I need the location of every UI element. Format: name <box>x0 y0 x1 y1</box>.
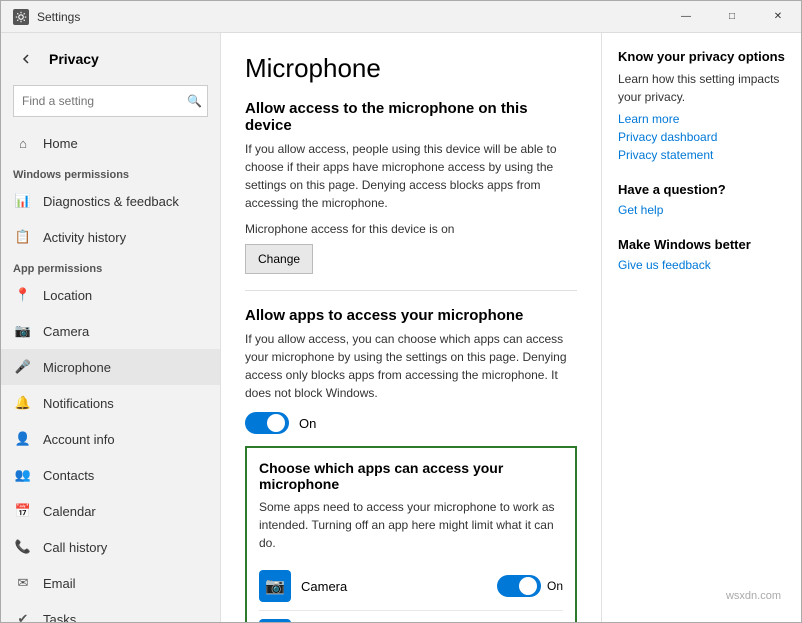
sidebar-item-microphone[interactable]: 🎤 Microphone <box>1 349 220 385</box>
get-help-link[interactable]: Get help <box>618 203 785 217</box>
sidebar-item-home[interactable]: ⌂ Home <box>1 125 220 161</box>
feedback-section: Make Windows better Give us feedback <box>618 237 785 272</box>
microphone-icon: 🎤 <box>13 357 33 377</box>
titlebar: Settings — □ ✕ <box>1 1 801 33</box>
privacy-statement-link[interactable]: Privacy statement <box>618 148 785 162</box>
call-icon: 📞 <box>13 537 33 557</box>
search-input[interactable] <box>13 85 208 117</box>
camera-app-name: Camera <box>301 579 497 594</box>
window-controls: — □ ✕ <box>663 1 801 33</box>
section2-title: Allow apps to access your microphone <box>245 307 577 324</box>
privacy-dashboard-link[interactable]: Privacy dashboard <box>618 130 785 144</box>
tasks-icon: ✔ <box>13 609 33 622</box>
sidebar-item-call-history[interactable]: 📞 Call history <box>1 529 220 565</box>
privacy-options-title: Know your privacy options <box>618 49 785 64</box>
notifications-icon: 🔔 <box>13 393 33 413</box>
activity-icon: 📋 <box>13 227 33 247</box>
sidebar-item-notifications[interactable]: 🔔 Notifications <box>1 385 220 421</box>
privacy-options-desc: Learn how this setting impacts your priv… <box>618 70 785 106</box>
location-icon: 📍 <box>13 285 33 305</box>
app-row-camera: 📷 Camera On <box>259 562 563 611</box>
sidebar-item-email[interactable]: ✉ Email <box>1 565 220 601</box>
sidebar: Privacy 🔍 ⌂ Home Windows permissions 📊 D… <box>1 33 221 622</box>
calendar-icon: 📅 <box>13 501 33 521</box>
watermark: wsxdn.com <box>726 590 781 602</box>
titlebar-title: Settings <box>37 10 80 24</box>
sidebar-item-contacts[interactable]: 👥 Contacts <box>1 457 220 493</box>
give-feedback-link[interactable]: Give us feedback <box>618 258 785 272</box>
privacy-options-section: Know your privacy options Learn how this… <box>618 49 785 162</box>
right-panel: Know your privacy options Learn how this… <box>601 33 801 622</box>
status-text: Microphone access for this device is on <box>245 222 577 236</box>
sidebar-item-account-info[interactable]: 👤 Account info <box>1 421 220 457</box>
minimize-button[interactable]: — <box>663 1 709 33</box>
green-box: Choose which apps can access your microp… <box>245 446 577 622</box>
toggle-knob <box>267 414 285 432</box>
change-button[interactable]: Change <box>245 244 313 274</box>
close-button[interactable]: ✕ <box>755 1 801 33</box>
settings-icon <box>13 9 29 25</box>
windows-permissions-label: Windows permissions <box>1 161 220 183</box>
home-icon: ⌂ <box>13 133 33 153</box>
section1-desc: If you allow access, people using this d… <box>245 140 577 212</box>
sidebar-title: Privacy <box>49 51 99 67</box>
question-title: Have a question? <box>618 182 785 197</box>
account-icon: 👤 <box>13 429 33 449</box>
main-microphone-toggle[interactable] <box>245 412 289 434</box>
section1-title: Allow access to the microphone on this d… <box>245 100 577 134</box>
back-button[interactable] <box>13 45 41 73</box>
feedback-title: Make Windows better <box>618 237 785 252</box>
diagnostics-icon: 📊 <box>13 191 33 211</box>
search-icon: 🔍 <box>187 94 202 108</box>
main-content: Microphone Allow access to the microphon… <box>221 33 601 622</box>
camera-icon: 📷 <box>13 321 33 341</box>
app-permissions-label: App permissions <box>1 255 220 277</box>
page-title: Microphone <box>245 53 577 84</box>
toggle-knob <box>519 577 537 595</box>
learn-more-link[interactable]: Learn more <box>618 112 785 126</box>
green-box-desc: Some apps need to access your microphone… <box>259 498 563 552</box>
question-section: Have a question? Get help <box>618 182 785 217</box>
sidebar-item-calendar[interactable]: 📅 Calendar <box>1 493 220 529</box>
contacts-icon: 👥 <box>13 465 33 485</box>
email-icon: ✉ <box>13 573 33 593</box>
camera-app-icon: 📷 <box>259 570 291 602</box>
green-box-title: Choose which apps can access your microp… <box>259 460 563 492</box>
main-toggle-row: On <box>245 412 577 434</box>
sidebar-item-tasks[interactable]: ✔ Tasks <box>1 601 220 622</box>
camera-toggle-label: On <box>547 579 563 593</box>
main-toggle-label: On <box>299 416 316 431</box>
cortana-app-icon: O <box>259 619 291 622</box>
sidebar-item-activity[interactable]: 📋 Activity history <box>1 219 220 255</box>
divider1 <box>245 290 577 291</box>
camera-toggle[interactable] <box>497 575 541 597</box>
sidebar-item-location[interactable]: 📍 Location <box>1 277 220 313</box>
sidebar-item-diagnostics[interactable]: 📊 Diagnostics & feedback <box>1 183 220 219</box>
section2-desc: If you allow access, you can choose whic… <box>245 330 577 402</box>
maximize-button[interactable]: □ <box>709 1 755 33</box>
app-row-cortana: O Cortana Off <box>259 611 563 622</box>
sidebar-item-camera[interactable]: 📷 Camera <box>1 313 220 349</box>
